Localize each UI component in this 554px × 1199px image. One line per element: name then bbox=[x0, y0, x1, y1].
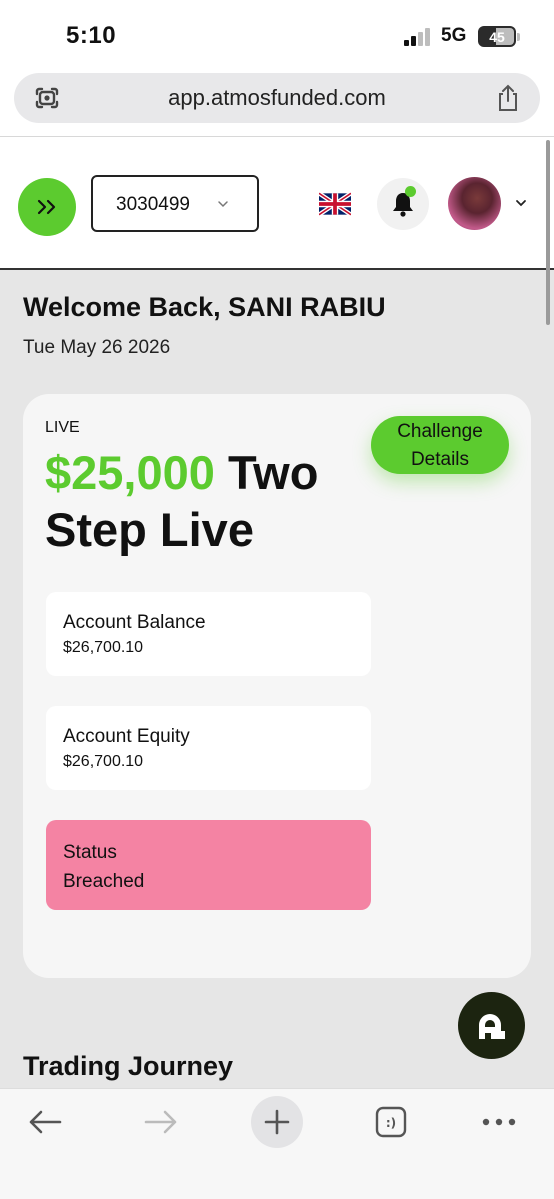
welcome-heading: Welcome Back, SANI RABIU bbox=[23, 292, 386, 322]
tabs-icon: :) bbox=[375, 1106, 407, 1138]
chevron-down-icon[interactable] bbox=[515, 197, 527, 209]
network-type: 5G bbox=[441, 25, 467, 46]
account-balance-box: Account Balance $26,700.10 bbox=[46, 592, 371, 676]
more-dots-icon bbox=[482, 1118, 516, 1126]
arrow-right-icon bbox=[144, 1110, 177, 1134]
account-selector[interactable]: 3030499 bbox=[91, 175, 259, 232]
chat-logo-icon bbox=[478, 1013, 505, 1039]
challenge-details-button[interactable]: Challenge Details bbox=[371, 416, 509, 474]
address-bar[interactable]: app.atmosfunded.com bbox=[14, 73, 540, 123]
cellular-signal-icon bbox=[404, 28, 434, 46]
notification-dot bbox=[405, 186, 416, 197]
expand-menu-button[interactable] bbox=[18, 178, 76, 236]
more-menu-button[interactable] bbox=[478, 1097, 520, 1147]
account-card: LIVE $25,000 Two Step Live Challenge Det… bbox=[23, 394, 531, 978]
arrow-left-icon bbox=[29, 1110, 62, 1134]
status-bar: 5:10 5G 45 bbox=[0, 0, 554, 70]
challenge-title: $25,000 Two Step Live bbox=[45, 444, 385, 558]
double-chevron-right-icon bbox=[37, 199, 56, 215]
account-id: 3030499 bbox=[116, 194, 190, 215]
section-title: Trading Journey bbox=[23, 1051, 234, 1081]
status-label: Status bbox=[63, 842, 117, 863]
account-equity-box: Account Equity $26,700.10 bbox=[46, 706, 371, 790]
equity-label: Account Equity bbox=[63, 726, 190, 747]
share-icon[interactable] bbox=[496, 84, 520, 112]
balance-label: Account Balance bbox=[63, 612, 206, 633]
chevron-down-icon bbox=[218, 201, 228, 208]
battery-icon: 45 bbox=[478, 26, 516, 47]
svg-text::): :) bbox=[386, 1116, 396, 1130]
current-date: Tue May 26 2026 bbox=[23, 337, 171, 358]
battery-cap bbox=[517, 33, 520, 41]
account-type-tag: LIVE bbox=[45, 419, 80, 436]
clock: 5:10 bbox=[66, 22, 117, 49]
uk-flag-icon[interactable] bbox=[319, 191, 351, 217]
chat-support-button[interactable] bbox=[458, 992, 525, 1059]
plus-icon bbox=[264, 1109, 290, 1135]
dashboard-main: Welcome Back, SANI RABIU Tue May 26 2026… bbox=[0, 270, 554, 1088]
status-value: Breached bbox=[63, 871, 145, 892]
app-header: 3030499 bbox=[0, 137, 554, 269]
forward-button[interactable] bbox=[138, 1097, 184, 1147]
challenge-amount: $25,000 bbox=[45, 446, 215, 499]
battery-level: 45 bbox=[489, 28, 505, 45]
avatar[interactable] bbox=[448, 177, 501, 230]
scrollbar[interactable] bbox=[546, 140, 550, 325]
url-text[interactable]: app.atmosfunded.com bbox=[14, 85, 540, 111]
browser-toolbar: :) bbox=[0, 1088, 554, 1199]
new-tab-button[interactable] bbox=[251, 1096, 303, 1148]
notifications-button[interactable] bbox=[377, 178, 429, 230]
equity-value: $26,700.10 bbox=[63, 753, 144, 770]
status-box: Status Breached bbox=[46, 820, 371, 910]
tabs-button[interactable]: :) bbox=[370, 1097, 412, 1147]
back-button[interactable] bbox=[22, 1097, 68, 1147]
balance-value: $26,700.10 bbox=[63, 639, 144, 656]
